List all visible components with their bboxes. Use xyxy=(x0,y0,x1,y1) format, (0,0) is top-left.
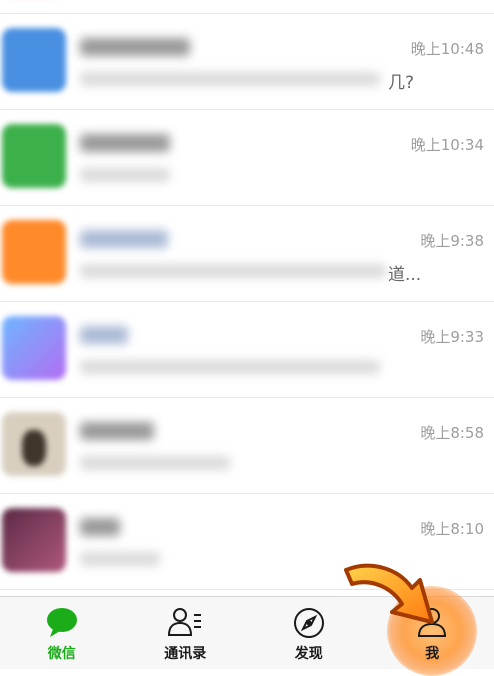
avatar xyxy=(2,316,66,380)
chat-list-item[interactable]: 晚上8:58 xyxy=(0,398,494,494)
tab-label: 发现 xyxy=(247,643,371,663)
message-time: 晚上8:10 xyxy=(420,518,484,539)
compass-icon xyxy=(292,606,326,644)
chat-list: 几? 晚上10:48 晚上10:34 道... 晚上9:38 晚上9:33 晚上… xyxy=(0,0,494,596)
contact-name xyxy=(80,38,190,56)
tab-chats[interactable]: 微信 xyxy=(0,597,124,669)
contact-name xyxy=(80,422,154,440)
chat-list-item[interactable]: 晚上9:33 xyxy=(0,302,494,398)
message-preview-text: 道... xyxy=(388,260,421,285)
avatar xyxy=(2,412,66,476)
contacts-icon xyxy=(167,606,203,642)
avatar xyxy=(2,124,66,188)
message-preview xyxy=(80,72,380,86)
message-time: 晚上8:58 xyxy=(420,422,484,443)
contact-name xyxy=(80,230,168,248)
message-preview xyxy=(80,264,386,278)
chat-list-item[interactable]: 几? 晚上10:48 xyxy=(0,14,494,110)
chat-list-item[interactable] xyxy=(0,0,494,14)
message-preview xyxy=(80,168,170,182)
message-time: 晚上10:34 xyxy=(411,134,484,155)
message-time: 晚上9:33 xyxy=(420,326,484,347)
contact-name xyxy=(80,518,120,536)
tab-label: 微信 xyxy=(0,643,124,663)
avatar xyxy=(2,508,66,572)
tab-label: 通讯录 xyxy=(124,643,248,663)
tab-contacts[interactable]: 通讯录 xyxy=(124,597,248,669)
avatar xyxy=(2,28,66,92)
message-preview xyxy=(80,360,380,374)
contact-name xyxy=(80,326,128,344)
chat-bubble-icon xyxy=(45,606,79,642)
message-time: 晚上10:48 xyxy=(411,38,484,59)
arrow-pointer-icon xyxy=(340,556,440,636)
message-preview xyxy=(80,552,160,566)
contact-name xyxy=(80,134,170,152)
message-preview xyxy=(80,456,230,470)
avatar xyxy=(2,220,66,284)
message-time: 晚上9:38 xyxy=(420,230,484,251)
chat-list-item[interactable]: 晚上10:34 xyxy=(0,110,494,206)
message-preview-text: 几? xyxy=(388,68,414,93)
chat-list-item[interactable]: 道... 晚上9:38 xyxy=(0,206,494,302)
tab-label: 我 xyxy=(371,643,494,663)
